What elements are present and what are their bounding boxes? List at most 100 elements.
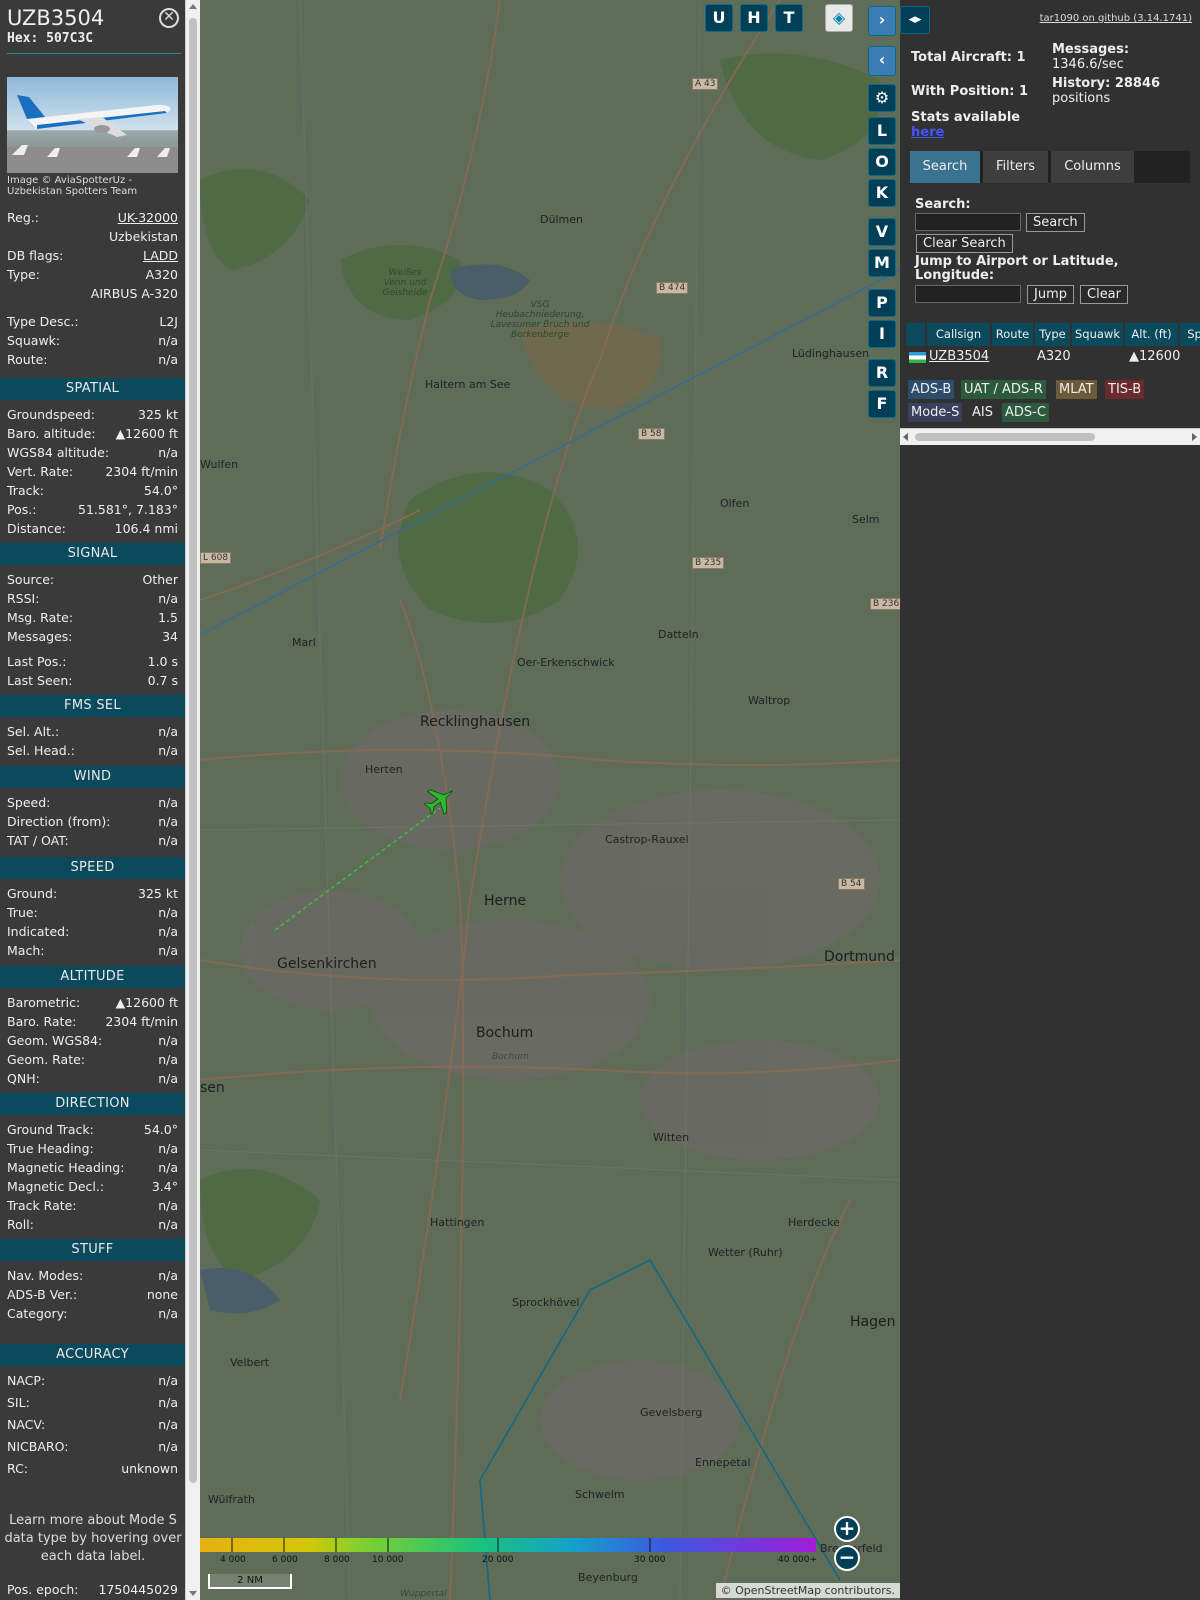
col-altitude[interactable]: Alt. (ft) — [1125, 323, 1179, 346]
signal-label[interactable]: Source: — [7, 570, 54, 589]
clear-search-button[interactable]: Clear Search — [916, 234, 1013, 253]
spatial-label[interactable]: Groundspeed: — [7, 405, 95, 424]
scroll-left-icon[interactable] — [903, 433, 908, 441]
row-callsign[interactable]: UZB3504 — [929, 348, 989, 366]
stuff-label[interactable]: Category: — [7, 1304, 67, 1323]
direction-label[interactable]: True Heading: — [7, 1139, 94, 1158]
spatial-label[interactable]: Distance: — [7, 519, 66, 538]
wind-label[interactable]: Direction (from): — [7, 812, 111, 831]
clear-button[interactable]: Clear — [1080, 285, 1128, 304]
tag-mlat[interactable]: MLAT — [1056, 380, 1097, 399]
section-header-spatial[interactable]: SPATIAL — [0, 378, 185, 400]
map-button-p[interactable]: P — [868, 289, 896, 317]
chevron-left-icon[interactable]: ‹ — [868, 46, 896, 76]
chevron-right-icon[interactable]: › — [868, 6, 896, 36]
info-panel-scrollbar[interactable] — [185, 0, 200, 1600]
stuff-label[interactable]: ADS-B Ver.: — [7, 1285, 77, 1304]
scroll-up-icon[interactable] — [189, 4, 197, 9]
search-button[interactable]: Search — [1026, 213, 1085, 232]
map-button-t[interactable]: T — [775, 4, 803, 32]
jump-input[interactable] — [915, 285, 1021, 303]
map-button-u[interactable]: U — [705, 4, 733, 32]
map-button-k[interactable]: K — [868, 179, 896, 207]
fms-label[interactable]: Sel. Alt.: — [7, 722, 59, 741]
accuracy-label[interactable]: RC: — [7, 1459, 28, 1478]
section-header-stuff[interactable]: STUFF — [0, 1239, 185, 1261]
photo-credit[interactable]: Image © AviaSpotterUz - Uzbekistan Spott… — [7, 175, 182, 197]
map-button-o[interactable]: O — [868, 148, 896, 176]
map-button-h[interactable]: H — [740, 4, 768, 32]
tag-modes[interactable]: Mode-S — [908, 403, 963, 422]
wind-label[interactable]: TAT / OAT: — [7, 831, 69, 850]
tar1090-github-link[interactable]: tar1090 on github (3.14.1741) — [1040, 13, 1192, 24]
scroll-right-icon[interactable] — [1192, 433, 1197, 441]
zoom-in-button[interactable]: + — [834, 1516, 860, 1542]
signal-label[interactable]: Msg. Rate: — [7, 608, 73, 627]
direction-label[interactable]: Track Rate: — [7, 1196, 77, 1215]
altitude-label[interactable]: QNH: — [7, 1069, 40, 1088]
wind-label[interactable]: Speed: — [7, 793, 50, 812]
stuff-label[interactable]: Nav. Modes: — [7, 1266, 83, 1285]
map-button-f[interactable]: F — [868, 390, 896, 418]
map-button-i[interactable]: I — [868, 320, 896, 348]
tab-search[interactable]: Search — [910, 151, 980, 183]
close-icon[interactable]: ✕ — [159, 8, 179, 28]
dbflags-value[interactable]: LADD — [143, 246, 178, 265]
map-view[interactable]: Dülmen Haltern am See Olfen Selm Lüdingh… — [200, 0, 900, 1600]
speed-label[interactable]: True: — [7, 903, 38, 922]
jump-button[interactable]: Jump — [1027, 285, 1074, 304]
search-input[interactable] — [915, 213, 1021, 231]
signal-label[interactable]: Messages: — [7, 627, 73, 646]
spatial-label[interactable]: Track: — [7, 481, 44, 500]
direction-label[interactable]: Roll: — [7, 1215, 34, 1234]
tag-adsc[interactable]: ADS-C — [1002, 403, 1049, 422]
tab-columns[interactable]: Columns — [1051, 151, 1134, 183]
signal-label[interactable]: Last Seen: — [7, 671, 72, 690]
table-horizontal-scrollbar[interactable] — [900, 428, 1200, 445]
accuracy-label[interactable]: NICBARO: — [7, 1437, 68, 1456]
col-type[interactable]: Type — [1035, 323, 1071, 346]
signal-label[interactable]: RSSI: — [7, 589, 39, 608]
col-callsign[interactable]: Callsign — [927, 323, 991, 346]
direction-label[interactable]: Magnetic Decl.: — [7, 1177, 104, 1196]
reg-value[interactable]: UK-32000 — [118, 208, 178, 227]
map-button-l[interactable]: L — [868, 117, 896, 145]
fms-label[interactable]: Sel. Head.: — [7, 741, 75, 760]
direction-label[interactable]: Ground Track: — [7, 1120, 94, 1139]
altitude-label[interactable]: Baro. Rate: — [7, 1012, 76, 1031]
map-button-v[interactable]: V — [868, 218, 896, 246]
section-header-signal[interactable]: SIGNAL — [0, 543, 185, 565]
altitude-label[interactable]: Geom. Rate: — [7, 1050, 85, 1069]
accuracy-label[interactable]: NACP: — [7, 1371, 45, 1390]
section-header-wind[interactable]: WIND — [0, 766, 185, 788]
tag-ais[interactable]: AIS — [969, 403, 996, 422]
scroll-down-icon[interactable] — [189, 1591, 197, 1596]
spatial-label[interactable]: WGS84 altitude: — [7, 443, 109, 462]
scrollbar-thumb[interactable] — [189, 18, 197, 1483]
accuracy-label[interactable]: NACV: — [7, 1415, 45, 1434]
aircraft-photo[interactable] — [7, 77, 178, 173]
tab-filters[interactable]: Filters — [983, 151, 1048, 183]
section-header-speed[interactable]: SPEED — [0, 857, 185, 879]
expand-collapse-icon[interactable]: ◂▸ — [900, 6, 930, 34]
speed-label[interactable]: Mach: — [7, 941, 44, 960]
tag-uat-adsr[interactable]: UAT / ADS-R — [961, 380, 1046, 399]
tag-tisb[interactable]: TIS-B — [1105, 380, 1145, 399]
altitude-label[interactable]: Barometric: — [7, 993, 80, 1012]
tag-adsb[interactable]: ADS-B — [908, 380, 955, 399]
section-header-altitude[interactable]: ALTITUDE — [0, 966, 185, 988]
section-header-accuracy[interactable]: ACCURACY — [0, 1344, 185, 1366]
col-speed[interactable]: Sp — [1180, 323, 1200, 346]
spatial-label[interactable]: Vert. Rate: — [7, 462, 73, 481]
layers-icon[interactable]: ◈ — [825, 4, 853, 32]
accuracy-label[interactable]: SIL: — [7, 1393, 30, 1412]
col-flag[interactable] — [906, 323, 926, 346]
speed-label[interactable]: Indicated: — [7, 922, 69, 941]
h-scrollbar-thumb[interactable] — [915, 433, 1095, 441]
col-squawk[interactable]: Squawk — [1072, 323, 1124, 346]
section-header-fms[interactable]: FMS SEL — [0, 695, 185, 717]
direction-label[interactable]: Magnetic Heading: — [7, 1158, 124, 1177]
stats-here-link[interactable]: here — [911, 125, 944, 140]
settings-gear-icon[interactable]: ⚙ — [868, 84, 896, 112]
speed-label[interactable]: Ground: — [7, 884, 57, 903]
